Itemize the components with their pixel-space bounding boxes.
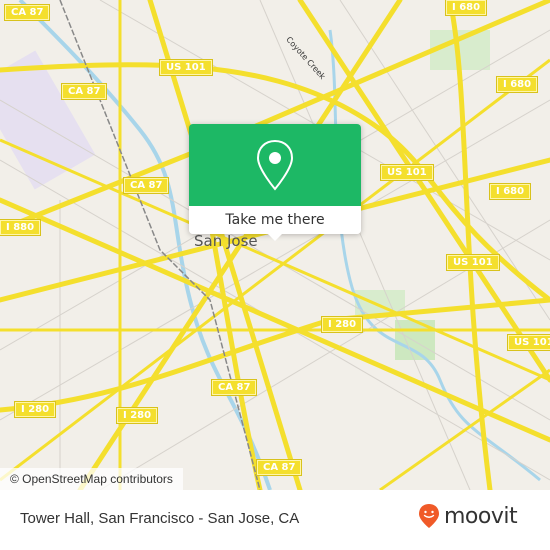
- moovit-logo-text: moovit: [444, 503, 518, 529]
- highway-shield: US 101: [380, 164, 434, 181]
- footer: Tower Hall, San Francisco - San Jose, CA…: [0, 490, 550, 550]
- highway-shield: CA 87: [210, 379, 258, 396]
- highway-shield: I 280: [320, 316, 364, 333]
- highway-shield: US 101: [159, 59, 213, 76]
- location-title: Tower Hall, San Francisco - San Jose, CA: [20, 510, 300, 527]
- highway-shield: CA 87: [255, 459, 303, 476]
- map[interactable]: CA 87 US 101 I 680 CA 87 US 101 I 680 CA…: [0, 0, 550, 490]
- highway-shield: I 280: [115, 407, 159, 424]
- highway-shield: US 101: [507, 334, 550, 351]
- highway-shield: CA 87: [60, 83, 108, 100]
- highway-shield: I 680: [444, 0, 488, 16]
- map-attribution[interactable]: © OpenStreetMap contributors: [0, 468, 183, 490]
- place-label-san-jose: San Jose: [194, 232, 258, 250]
- highway-shield: I 680: [488, 183, 532, 200]
- take-me-there-button[interactable]: Take me there: [189, 206, 361, 234]
- map-base: [0, 0, 550, 490]
- popup-header: [189, 124, 361, 206]
- highway-shield: US 101: [446, 254, 500, 271]
- popup-pointer: [267, 233, 283, 241]
- highway-shield: I 880: [0, 219, 42, 236]
- moovit-logo[interactable]: moovit: [418, 503, 518, 529]
- highway-shield: CA 87: [122, 177, 170, 194]
- highway-shield: I 680: [495, 76, 539, 93]
- destination-popup: Take me there: [189, 124, 361, 241]
- highway-shield: I 280: [13, 401, 57, 418]
- moovit-pin-icon: [419, 504, 439, 528]
- highway-shield: CA 87: [3, 4, 51, 21]
- map-pin-icon: [256, 139, 294, 191]
